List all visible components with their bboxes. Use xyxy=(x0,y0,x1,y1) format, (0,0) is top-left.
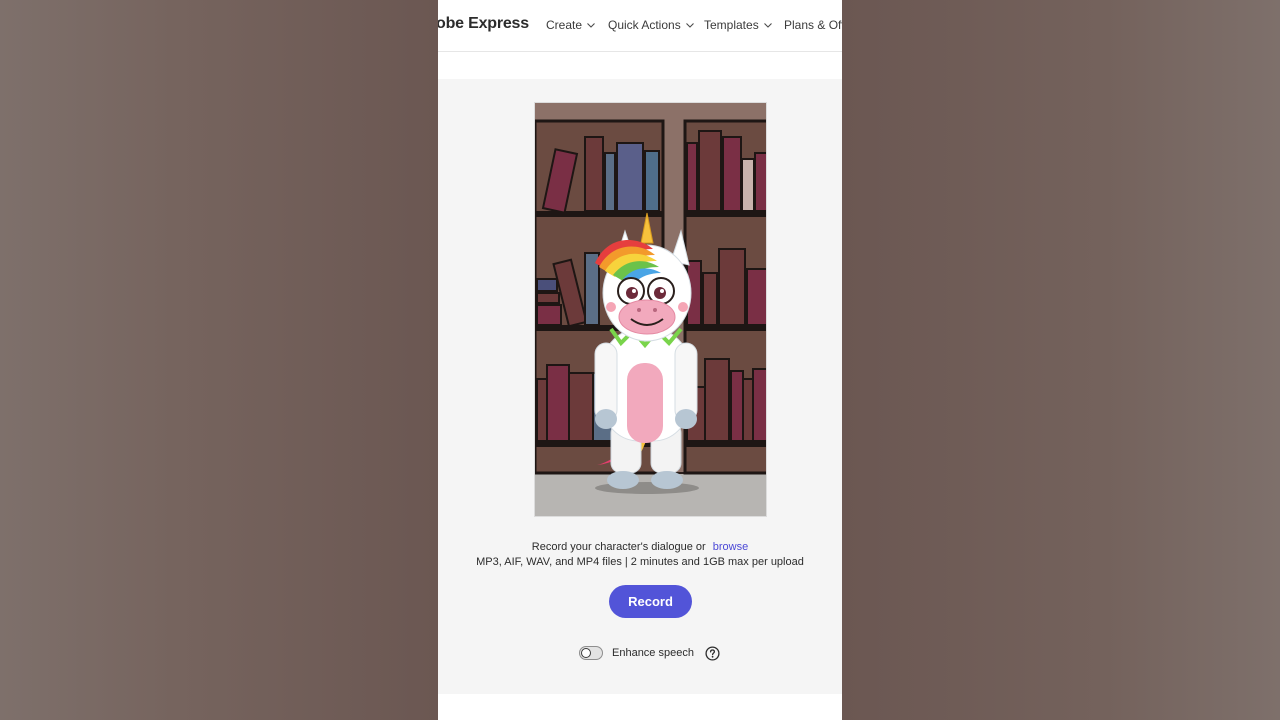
nav-plans-offers-label: Plans & Offe xyxy=(784,18,842,32)
enhance-speech-label: Enhance speech xyxy=(612,647,694,659)
question-circle-icon[interactable] xyxy=(705,645,720,661)
upload-prompt: Record your character's dialogue or xyxy=(531,541,706,553)
nav-quick-actions[interactable]: Quick Actions xyxy=(608,18,695,32)
character-panel: Record your character's dialogue or brow… xyxy=(438,79,842,694)
nav-quick-actions-label: Quick Actions xyxy=(608,18,681,32)
brand-logo[interactable]: obe Express xyxy=(438,15,529,33)
toggle-knob xyxy=(581,648,591,658)
enhance-speech-toggle[interactable] xyxy=(579,646,603,660)
top-navigation: obe Express Create Quick Actions Templat… xyxy=(438,0,842,52)
nav-create-label: Create xyxy=(546,18,583,32)
record-button[interactable]: Record xyxy=(609,585,692,618)
upload-instructions: Record your character's dialogue or brow… xyxy=(438,540,842,570)
chevron-down-icon xyxy=(763,20,773,30)
nav-templates-label: Templates xyxy=(704,18,759,32)
nav-templates[interactable]: Templates xyxy=(704,18,773,32)
chevron-down-icon xyxy=(685,20,695,30)
nav-plans-offers[interactable]: Plans & Offe xyxy=(784,18,842,32)
blurred-background-left xyxy=(0,0,438,720)
chevron-down-icon xyxy=(586,20,596,30)
upload-prompt-line: Record your character's dialogue or brow… xyxy=(438,540,842,555)
blurred-background-right xyxy=(842,0,1280,720)
enhance-speech-row: Enhance speech xyxy=(579,644,720,662)
browse-link[interactable]: browse xyxy=(713,541,748,553)
unicorn-character-scene xyxy=(535,103,766,516)
character-preview xyxy=(534,102,767,517)
app-viewport: obe Express Create Quick Actions Templat… xyxy=(438,0,842,720)
nav-create[interactable]: Create xyxy=(546,18,596,32)
upload-formats: MP3, AIF, WAV, and MP4 files | 2 minutes… xyxy=(476,556,804,568)
